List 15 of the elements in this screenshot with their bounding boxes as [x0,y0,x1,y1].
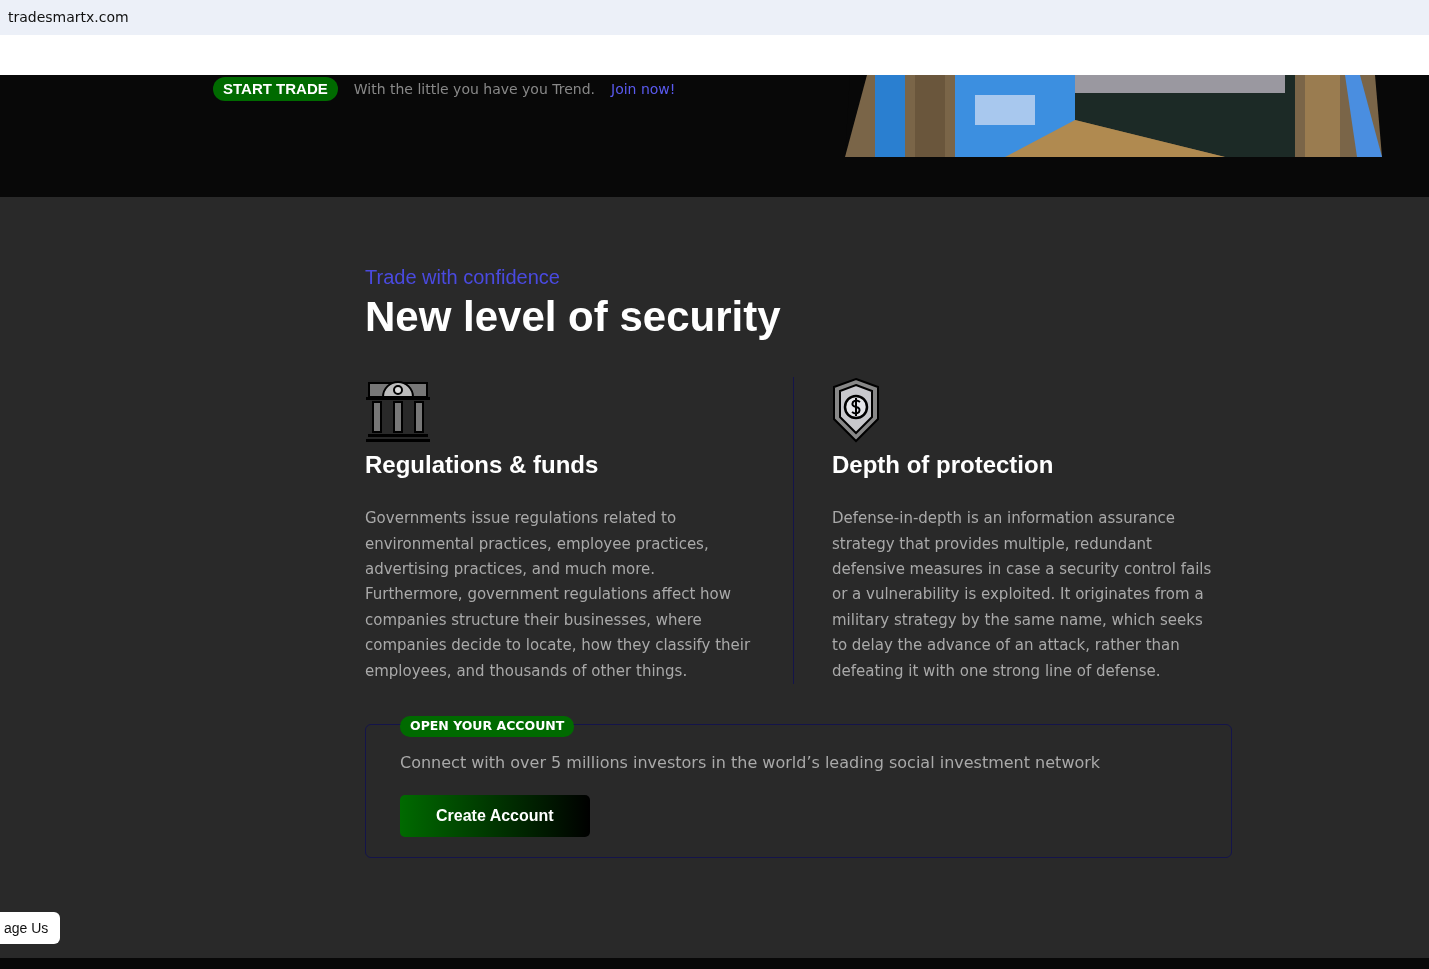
hero-tagline: With the little you have you Trend. [353,79,595,99]
floating-button[interactable]: age Us [0,912,61,944]
shield-dollar-icon [832,377,880,444]
account-text: Connect with over 5 millions investors in the world’s leading social investment network [400,751,1102,774]
create-account-button[interactable]: Create Account [400,794,590,837]
start-trade-badge: START TRADE [213,77,338,101]
feature-title: Regulations & funds [365,451,600,481]
address-url[interactable]: tradesmartx.com [8,7,129,28]
section-eyebrow: Trade with confidence [365,265,561,289]
open-account-badge: OPEN YOUR ACCOUNT [400,715,575,737]
feature-text: Defense-in-depth is an information assurance strategy that provides multiple, redundant defensive measures in case a security control fails or a vulnerability is exploited. It originates from a military strategy by the same name, which seeks to delay the advance of an attack, rather than defeating it with one strong line of defense. [832,508,1213,682]
section-title: New level of security [365,293,782,342]
feature-title: Depth of protection [832,451,1055,481]
feature-text: Governments issue regulations related to environmental practices, employee practices, advertising practices, and much more. Furthermore, government regulations affect how companies structure their businesses, where companies decide to locate, how they classify their employees, and thousands of other things. [365,508,752,682]
join-link[interactable]: Join now! [611,78,676,100]
